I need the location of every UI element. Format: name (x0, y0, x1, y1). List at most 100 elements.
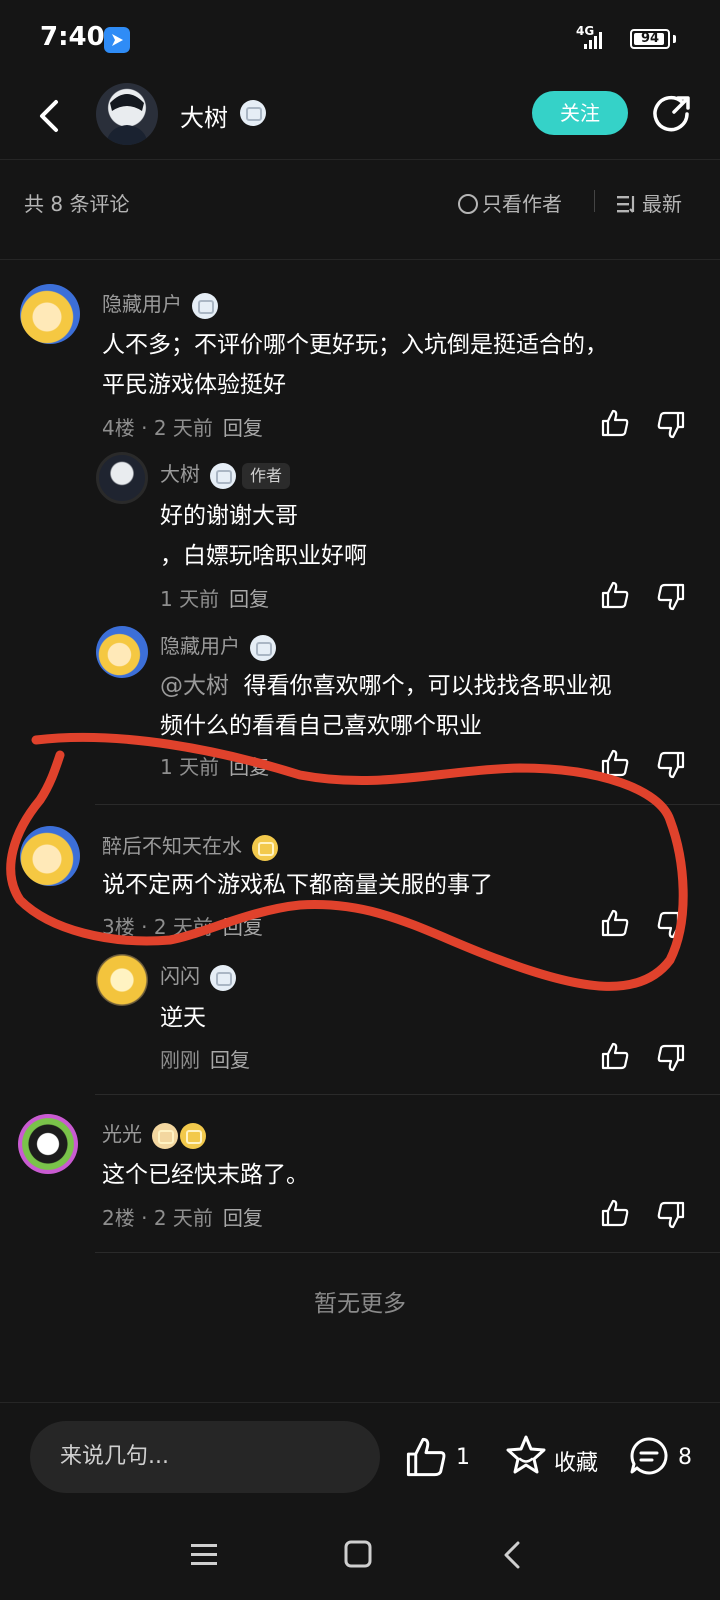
commenter-name[interactable]: 光光 (102, 1118, 206, 1149)
sort-icon (617, 196, 635, 213)
follow-button[interactable]: 关注 (532, 91, 628, 135)
author-avatar[interactable] (96, 83, 158, 145)
battery-cap (673, 35, 676, 43)
comment-text: 说不定两个游戏私下都商量关服的事了 (102, 865, 493, 905)
comment-total-count: 8 (678, 1445, 692, 1470)
replier-name[interactable]: 大树 作者 (160, 458, 291, 489)
reply-time: 1 天前 (160, 755, 220, 779)
commenter-avatar[interactable] (20, 826, 80, 886)
comment-bubble-icon[interactable] (628, 1435, 670, 1477)
comment-text: 这个已经快末路了。 (102, 1155, 309, 1195)
replier-name[interactable]: 隐藏用户 (160, 630, 276, 661)
author-tag: 作者 (242, 462, 291, 489)
user-level-badge-icon (210, 462, 236, 489)
recent-apps-icon[interactable] (190, 1542, 218, 1568)
replier-avatar[interactable] (96, 626, 148, 678)
status-bar: 7:40 4G 94 (0, 0, 720, 80)
reply-button[interactable]: 回复 (229, 755, 269, 779)
reply-line: 好的谢谢大哥 (160, 503, 298, 529)
thumbs-down-icon[interactable] (656, 750, 686, 780)
battery-icon: 94 (630, 29, 670, 49)
replier-name-text: 闪闪 (160, 964, 200, 988)
commenter-name-text: 醉后不知天在水 (102, 834, 242, 858)
replier-avatar[interactable] (96, 954, 148, 1006)
reply-time: 1 天前 (160, 587, 220, 611)
comment-filter-bar: 共 8 条评论 只看作者 最新 (0, 160, 720, 260)
commenter-name[interactable]: 醉后不知天在水 (102, 830, 278, 861)
replier-name-text: 大树 (160, 462, 200, 486)
sort-label: 最新 (642, 192, 682, 216)
reply-text: @大树 得看你喜欢哪个，可以找找各职业视 频什么的看看自己喜欢哪个职业 (160, 666, 612, 746)
user-level-badge-icon (210, 964, 236, 991)
thumbs-up-icon[interactable] (600, 748, 630, 778)
user-level-badge-icon (252, 834, 278, 861)
home-icon[interactable] (344, 1540, 372, 1568)
author-only-toggle[interactable]: 只看作者 (458, 188, 562, 217)
user-level-badge-icon (180, 1122, 206, 1149)
reply-button[interactable]: 回复 (223, 1206, 263, 1230)
thumbs-up-icon[interactable] (600, 1041, 630, 1071)
thumbs-up-icon[interactable] (600, 908, 630, 938)
commenter-name[interactable]: 隐藏用户 (102, 288, 218, 319)
reply-line: 逆天 (160, 1005, 206, 1031)
reply-button[interactable]: 回复 (229, 587, 269, 611)
sort-newest-button[interactable]: 最新 (616, 188, 682, 217)
comment-divider (95, 1252, 720, 1253)
signal-icon (584, 32, 602, 49)
commenter-name-text: 隐藏用户 (102, 292, 182, 316)
thumbs-down-icon[interactable] (656, 410, 686, 440)
replier-name[interactable]: 闪闪 (160, 960, 236, 991)
reply-line: ，白嫖玩啥职业好啊 (160, 543, 367, 569)
thumbs-up-icon[interactable] (600, 408, 630, 438)
author-name[interactable]: 大树 (180, 98, 228, 133)
system-back-icon[interactable] (498, 1540, 526, 1570)
comment-input[interactable] (30, 1421, 380, 1493)
reply-button[interactable]: 回复 (223, 416, 263, 440)
user-level-badge-icon (192, 292, 218, 319)
reply-time: 刚刚 (160, 1048, 200, 1072)
bottom-action-bar: 1 收藏 8 (0, 1402, 720, 1522)
comment-time: 2 天前 (153, 915, 213, 939)
reply-line: 得看你喜欢哪个，可以找找各职业视 (243, 673, 612, 699)
reply-meta: 1 天前 回复 (160, 751, 269, 780)
battery-level: 94 (640, 31, 660, 46)
like-count: 1 (456, 1445, 470, 1470)
collect-button[interactable]: 收藏 (554, 1445, 598, 1477)
thumbs-down-icon[interactable] (656, 1200, 686, 1230)
thumbs-up-icon[interactable] (404, 1435, 448, 1479)
user-level-badge-icon (250, 634, 276, 661)
commenter-avatar[interactable] (20, 284, 80, 344)
star-icon[interactable] (504, 1433, 548, 1477)
floor-number: 4楼 (102, 416, 135, 440)
thumbs-up-icon[interactable] (600, 1198, 630, 1228)
floor-number: 2楼 (102, 1206, 135, 1230)
comment-text: 人不多；不评价哪个更好玩；入坑倒是挺适合的， 平民游戏体验挺好 (102, 325, 608, 405)
author-only-label: 只看作者 (482, 192, 562, 216)
back-arrow-icon[interactable] (30, 96, 70, 136)
reply-button[interactable]: 回复 (223, 915, 263, 939)
reply-text: 逆天 (160, 998, 206, 1038)
replier-name-text: 隐藏用户 (160, 634, 240, 658)
thumbs-down-icon[interactable] (656, 910, 686, 940)
share-icon[interactable] (652, 94, 692, 134)
comment-divider (95, 1094, 720, 1095)
notification-app-icon (104, 27, 130, 53)
replier-avatar[interactable] (96, 452, 148, 504)
commenter-avatar[interactable] (18, 1114, 78, 1174)
floor-number: 3楼 (102, 915, 135, 939)
mention-link[interactable]: @大树 (160, 673, 229, 699)
filter-divider (594, 190, 595, 212)
reply-button[interactable]: 回复 (210, 1048, 250, 1072)
comment-time: 2 天前 (153, 1206, 213, 1230)
comment-meta: 3楼 · 2 天前 回复 (102, 915, 263, 939)
comment-line: 人不多；不评价哪个更好玩；入坑倒是挺适合的， (102, 332, 608, 358)
reply-line: 频什么的看看自己喜欢哪个职业 (160, 713, 482, 739)
user-level-badge-icon (152, 1122, 178, 1149)
comment-line: 这个已经快末路了。 (102, 1162, 309, 1188)
thumbs-down-icon[interactable] (656, 1043, 686, 1073)
comment-time: 2 天前 (153, 416, 213, 440)
thumbs-down-icon[interactable] (656, 582, 686, 612)
reply-meta: 1 天前 回复 (160, 583, 269, 612)
thumbs-up-icon[interactable] (600, 580, 630, 610)
radio-circle-icon (458, 194, 478, 214)
